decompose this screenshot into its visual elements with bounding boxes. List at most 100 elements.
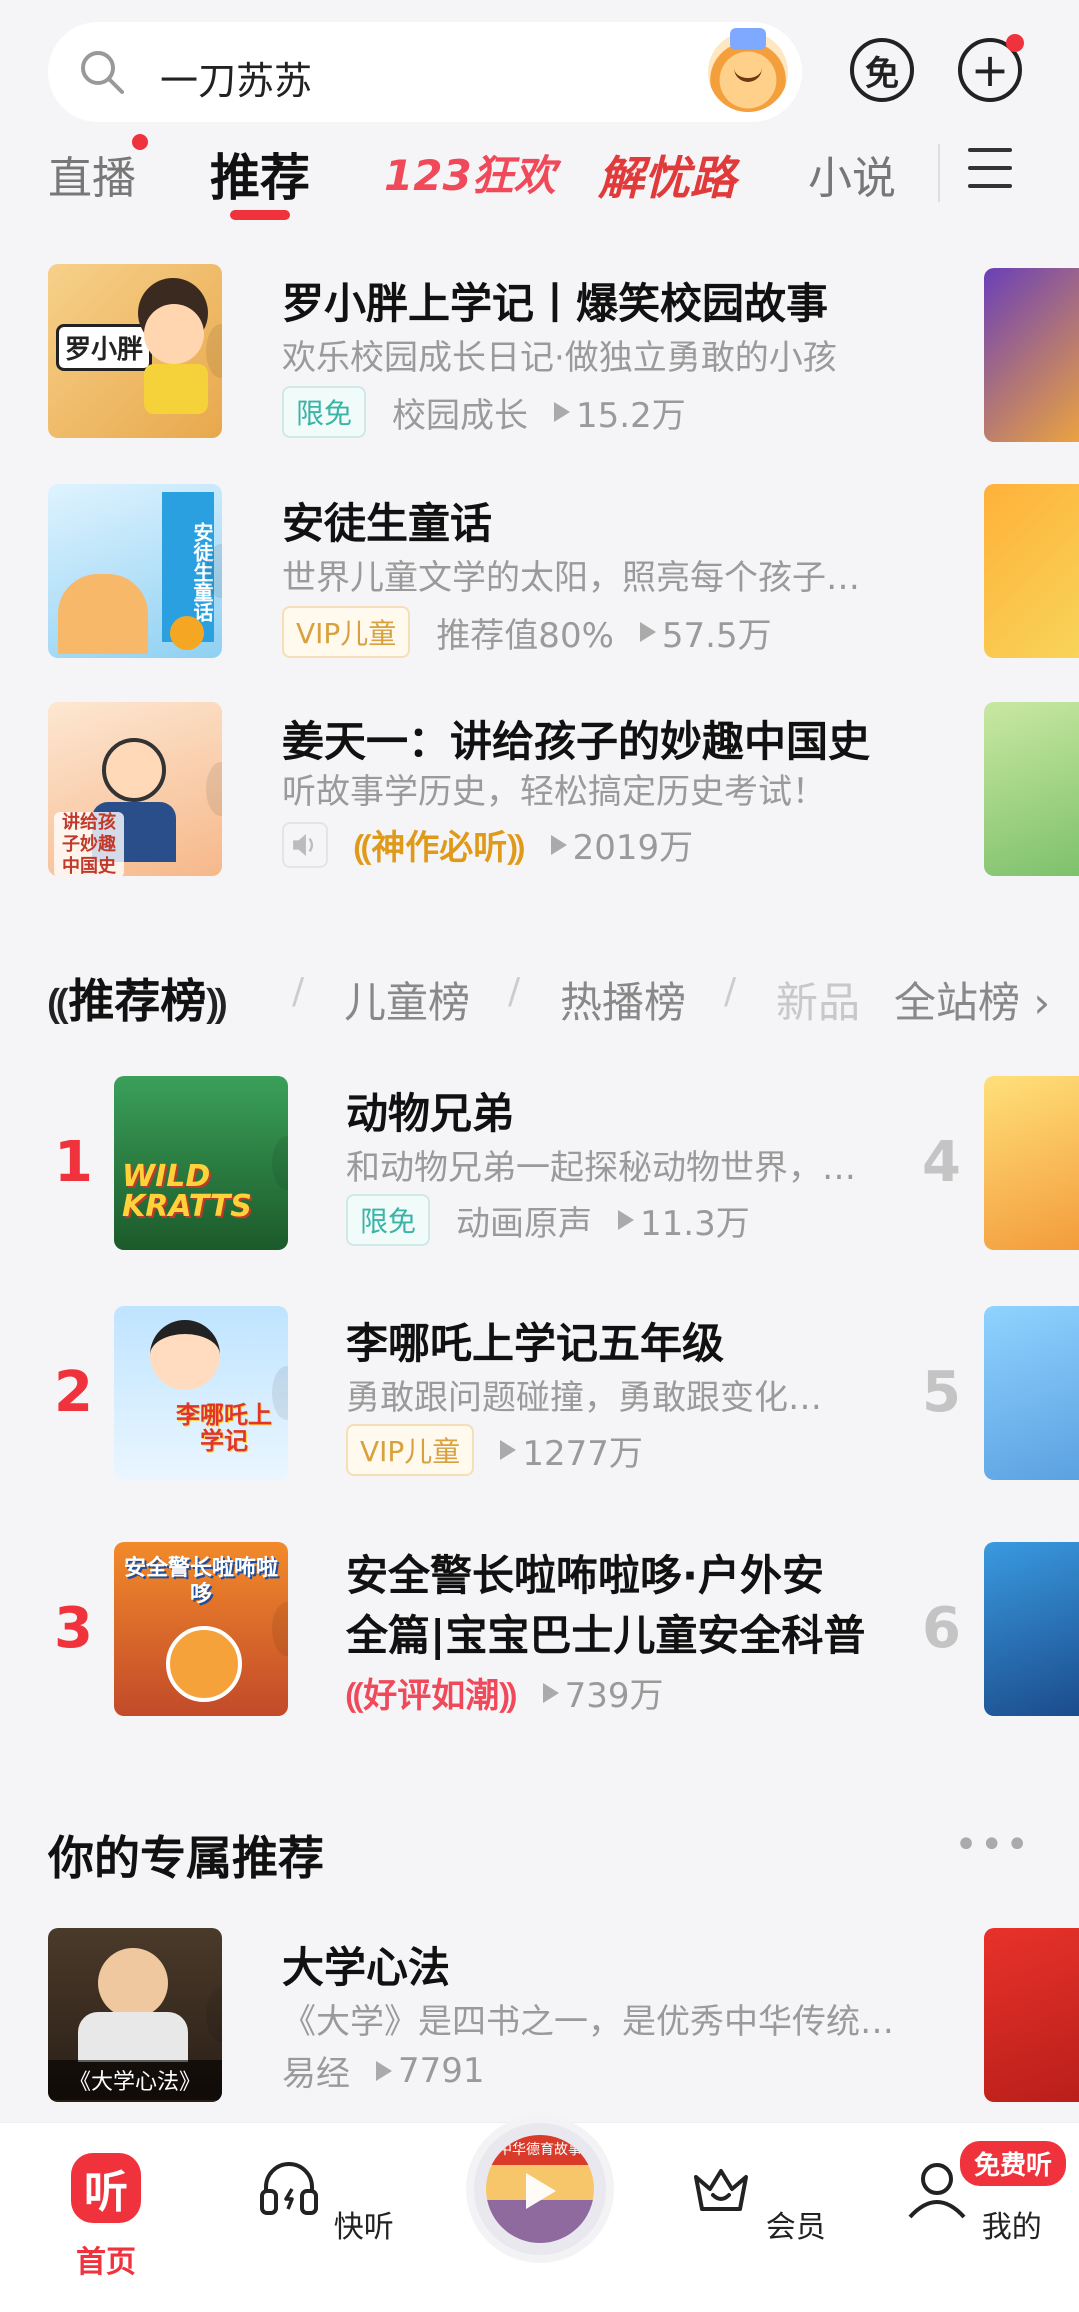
nav-vip-label: 会员 xyxy=(765,2210,826,2245)
disc-label: 中华德育故事 xyxy=(498,2142,582,2158)
item-subtitle: 世界儿童文学的太阳，照亮每个孩子… xyxy=(282,558,860,598)
rank-number: 1 xyxy=(54,1130,93,1195)
bottom-nav: 听 首页 快听 中华德育故事 会员 我的 免费听 xyxy=(0,2115,1079,2312)
rank-item[interactable]: 1 WILD KRATTS 动物兄弟 和动物兄弟一起探秘动物世界，… 限免 动画… xyxy=(0,1076,1079,1256)
item-title: 罗小胖上学记丨爆笑校园故事 xyxy=(282,279,829,328)
tab-new-rank[interactable]: 新品 xyxy=(776,969,860,1030)
cover-image: 李哪吒上学记 xyxy=(114,1306,288,1480)
play-count-value: 2019万 xyxy=(572,828,694,868)
tab-hot-rank[interactable]: 热播榜 xyxy=(560,969,686,1030)
play-count: 11.3万 xyxy=(618,1196,750,1245)
tab-divider xyxy=(938,144,940,202)
rank-item[interactable]: 3 安全警长啦咘啦哆 安全警长啦咘啦哆·户外安 全篇|宝宝巴士儿童安全科普 ⸨好… xyxy=(0,1542,1079,1722)
play-icon xyxy=(618,1210,635,1230)
tab-recommend[interactable]: 推荐 xyxy=(210,138,310,210)
item-meta: 易经 7791 xyxy=(282,2046,485,2095)
side-cover-image[interactable] xyxy=(984,1542,1079,1716)
cover-image: 讲给孩子妙趣中国史 xyxy=(48,702,222,876)
side-cover-image[interactable] xyxy=(984,1076,1079,1250)
play-icon xyxy=(376,2060,392,2081)
cover-title: 安全警长啦咘啦哆 xyxy=(123,1556,278,1607)
speaker-icon xyxy=(282,821,328,868)
play-icon xyxy=(550,834,567,855)
play-count: 15.2万 xyxy=(554,388,686,437)
cover-image: 安徒生童话 xyxy=(48,484,222,658)
play-count: 7791 xyxy=(376,2051,485,2091)
play-icon xyxy=(500,1440,517,1460)
vip-tag: VIP儿童 xyxy=(346,1424,475,1476)
play-count: 739万 xyxy=(542,1668,664,1717)
side-cover-image[interactable] xyxy=(984,484,1079,658)
item-meta: VIP儿童 推荐值80% 57.5万 xyxy=(282,606,772,658)
item-category: 动画原声 xyxy=(456,1203,593,1244)
side-cover-image[interactable] xyxy=(984,268,1079,442)
side-cover-image[interactable] xyxy=(984,1928,1079,2102)
side-rank-number: 4 xyxy=(922,1130,961,1195)
tab-recommend-rank-label: 推荐榜 xyxy=(68,974,207,1028)
list-item[interactable]: 《大学心法》 大学心法 《大学》是四书之一，是优秀中华传统… 易经 7791 xyxy=(0,1928,1079,2108)
free-tag: 限免 xyxy=(346,1194,431,1246)
tab-all-rank-label: 全站榜 xyxy=(894,978,1021,1027)
nav-home-label: 首页 xyxy=(76,2245,136,2280)
cover-image: WILD KRATTS xyxy=(114,1076,288,1250)
item-category: 易经 xyxy=(282,2054,350,2094)
search-input[interactable]: 一刀苏苏 xyxy=(160,50,312,105)
tab-promo-123[interactable]: 123狂欢 xyxy=(384,142,556,203)
tab-all-rank[interactable]: 全站榜 › xyxy=(884,969,1051,1030)
free-tag: 限免 xyxy=(282,386,367,438)
tab-live[interactable]: 直播 xyxy=(48,142,136,206)
free-listen-button[interactable]: 免 xyxy=(850,38,914,102)
list-item[interactable]: 安徒生童话 安徒生童话 世界儿童文学的太阳，照亮每个孩子… VIP儿童 推荐值8… xyxy=(0,484,1079,664)
nav-quick-listen[interactable]: 快听 xyxy=(254,2153,394,2246)
item-subtitle: 欢乐校园成长日记·做独立勇敢的小孩 xyxy=(282,338,837,378)
side-cover-image[interactable] xyxy=(984,1306,1079,1480)
tab-separator: / xyxy=(724,971,737,1012)
tab-novel[interactable]: 小说 xyxy=(808,142,896,206)
now-playing-disc[interactable]: 中华德育故事 xyxy=(466,2115,614,2263)
cover-image: 罗小胖 xyxy=(48,264,222,438)
more-options-icon[interactable]: ••• xyxy=(954,1822,1031,1868)
home-icon: 听 xyxy=(71,2153,141,2223)
cover-title: 罗小胖 xyxy=(56,324,153,371)
item-title: 安徒生童话 xyxy=(282,499,493,548)
item-category: 校园成长 xyxy=(392,395,529,436)
side-cover-image[interactable] xyxy=(984,702,1079,876)
hot-badge: ⸨好评如潮⸩ xyxy=(346,1676,517,1716)
item-subtitle: 《大学》是四书之一，是优秀中华传统… xyxy=(282,2002,894,2042)
play-count-value: 739万 xyxy=(564,1676,664,1716)
rank-number: 3 xyxy=(54,1596,93,1661)
play-count: 2019万 xyxy=(550,820,694,869)
cover-title: 李哪吒上学记 xyxy=(176,1401,272,1455)
play-count-value: 57.5万 xyxy=(661,615,772,656)
album-art: 中华德育故事 xyxy=(486,2135,594,2243)
mascot-avatar-icon[interactable] xyxy=(708,28,788,112)
item-subtitle: 听故事学历史，轻松搞定历史考试！ xyxy=(282,772,826,812)
chevron-right-icon: › xyxy=(1033,978,1051,1027)
item-subtitle: 和动物兄弟一起探秘动物世界，… xyxy=(346,1148,856,1188)
item-category: 推荐值80% xyxy=(436,615,614,656)
free-listen-badge: 免费听 xyxy=(960,2141,1067,2186)
side-rank-number: 5 xyxy=(922,1360,961,1425)
nav-home[interactable]: 听 首页 xyxy=(36,2153,176,2281)
menu-icon[interactable] xyxy=(968,148,1012,188)
play-icon xyxy=(542,1682,559,1703)
item-title: 大学心法 xyxy=(282,1943,451,1992)
rank-number: 2 xyxy=(54,1360,93,1425)
rank-item[interactable]: 2 李哪吒上学记 李哪吒上学记五年级 勇敢跟问题碰撞，勇敢跟变化… VIP儿童 … xyxy=(0,1306,1079,1486)
nav-vip[interactable]: 会员 xyxy=(686,2153,826,2246)
play-count-value: 7791 xyxy=(398,2050,485,2091)
tab-kids-rank[interactable]: 儿童榜 xyxy=(344,969,470,1030)
list-item[interactable]: 罗小胖 罗小胖上学记丨爆笑校园故事 欢乐校园成长日记·做独立勇敢的小孩 限免 校… xyxy=(0,264,1079,444)
tab-jieyoulu[interactable]: 解忧路 xyxy=(598,142,736,208)
list-item[interactable]: 讲给孩子妙趣中国史 姜天一：讲给孩子的妙趣中国史 听故事学历史，轻松搞定历史考试… xyxy=(0,702,1079,882)
tab-recommend-rank[interactable]: ⸨推荐榜⸩ xyxy=(48,965,227,1031)
item-meta: ⸨好评如潮⸩ 739万 xyxy=(346,1668,663,1717)
hot-badge: ⸨神作必听⸩ xyxy=(354,828,525,868)
play-icon xyxy=(554,402,571,422)
item-title: 李哪吒上学记五年级 xyxy=(346,1319,725,1368)
active-tab-indicator xyxy=(230,210,290,220)
item-title-line-2: 全篇|宝宝巴士儿童安全科普 xyxy=(346,1611,866,1660)
cover-title: 《大学心法》 xyxy=(48,2060,222,2100)
notification-dot xyxy=(1006,34,1024,52)
search-bar[interactable]: 一刀苏苏 xyxy=(48,22,802,122)
